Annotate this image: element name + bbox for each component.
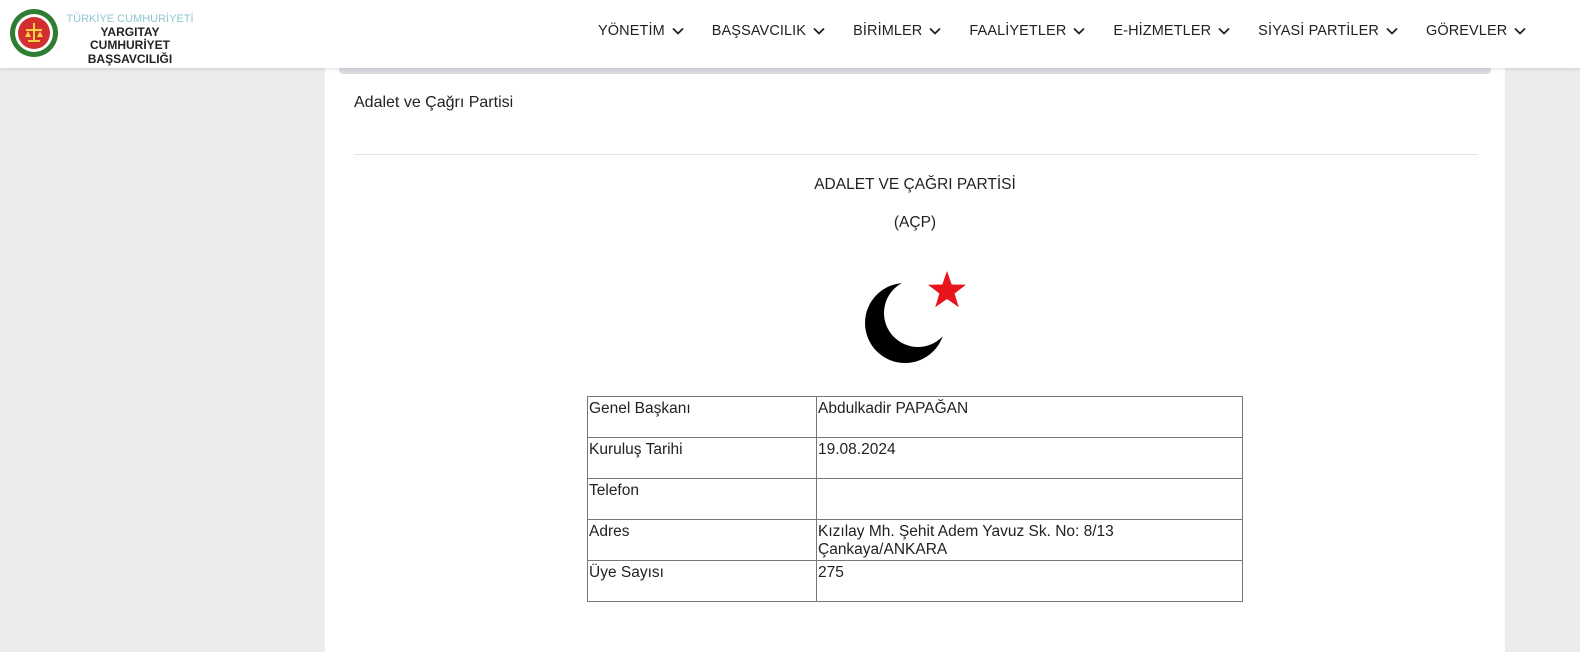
yargitay-seal-icon[interactable] xyxy=(9,8,59,58)
chevron-down-icon xyxy=(1386,27,1398,35)
party-info-table: Genel Başkanı Abdulkadir PAPAĞAN Kuruluş… xyxy=(587,396,1243,602)
breadcrumb-strip xyxy=(339,68,1491,74)
table-row: Telefon xyxy=(587,478,1243,520)
site-header: TÜRKİYE CUMHURİYETİ YARGITAY CUMHURİYET … xyxy=(0,0,1580,68)
row-value: 19.08.2024 xyxy=(816,437,1243,479)
crescent-star-icon xyxy=(865,271,966,363)
brand-line-3: BAŞSAVCILIĞI xyxy=(87,52,173,67)
nav-item-siyasi-partiler[interactable]: SİYASİ PARTİLER xyxy=(1258,23,1398,39)
nav-label: FAALİYETLER xyxy=(969,23,1067,39)
nav-item-faaliyetler[interactable]: FAALİYETLER xyxy=(969,23,1086,39)
chevron-down-icon xyxy=(929,27,942,35)
main-nav: YÖNETİM BAŞSAVCILIK BİRİMLER FAALİYETLER… xyxy=(598,23,1554,39)
chevron-down-icon xyxy=(1073,27,1086,35)
nav-item-bassavcilik[interactable]: BAŞSAVCILIK xyxy=(712,23,825,39)
chevron-down-icon xyxy=(1218,27,1230,35)
row-value: Kızılay Mh. Şehit Adem Yavuz Sk. No: 8/1… xyxy=(816,519,1243,561)
nav-item-birimler[interactable]: BİRİMLER xyxy=(853,23,942,39)
table-row: Adres Kızılay Mh. Şehit Adem Yavuz Sk. N… xyxy=(587,519,1243,561)
nav-label: BİRİMLER xyxy=(853,23,923,39)
row-value: Abdulkadir PAPAĞAN xyxy=(816,396,1243,438)
nav-item-yonetim[interactable]: YÖNETİM xyxy=(598,23,684,39)
row-key: Kuruluş Tarihi xyxy=(587,437,817,479)
row-value: 275 xyxy=(816,560,1243,602)
row-key: Genel Başkanı xyxy=(587,396,817,438)
nav-label: BAŞSAVCILIK xyxy=(711,23,807,39)
page-title: Adalet ve Çağrı Partisi xyxy=(354,94,514,111)
row-key: Adres xyxy=(587,519,817,561)
nav-label: E-HİZMETLER xyxy=(1113,23,1212,39)
brand-line-1: TÜRKİYE CUMHURİYETİ xyxy=(66,13,194,25)
table-row: Kuruluş Tarihi 19.08.2024 xyxy=(587,437,1243,479)
nav-label: SİYASİ PARTİLER xyxy=(1258,23,1379,39)
nav-item-gorevler[interactable]: GÖREVLER xyxy=(1426,23,1526,39)
chevron-down-icon xyxy=(672,27,684,35)
row-key: Üye Sayısı xyxy=(587,560,817,602)
table-row: Üye Sayısı 275 xyxy=(587,560,1243,602)
content-panel: Adalet ve Çağrı Partisi ADALET VE ÇAĞRI … xyxy=(325,68,1505,652)
nav-item-e-hizmetler[interactable]: E-HİZMETLER xyxy=(1113,23,1230,39)
chevron-down-icon xyxy=(1514,27,1526,35)
site-brand[interactable]: TÜRKİYE CUMHURİYETİ YARGITAY CUMHURİYET … xyxy=(62,13,198,67)
party-abbreviation: (AÇP) xyxy=(893,214,937,231)
table-row: Genel Başkanı Abdulkadir PAPAĞAN xyxy=(587,396,1243,438)
brand-line-2: YARGITAY CUMHURİYET xyxy=(90,24,170,53)
row-value xyxy=(816,478,1243,520)
chevron-down-icon xyxy=(813,27,825,35)
nav-label: GÖREVLER xyxy=(1425,23,1508,39)
nav-label: YÖNETİM xyxy=(598,23,665,39)
party-name: ADALET VE ÇAĞRI PARTİSİ xyxy=(814,176,1016,193)
divider xyxy=(354,154,1478,155)
row-key: Telefon xyxy=(587,478,817,520)
